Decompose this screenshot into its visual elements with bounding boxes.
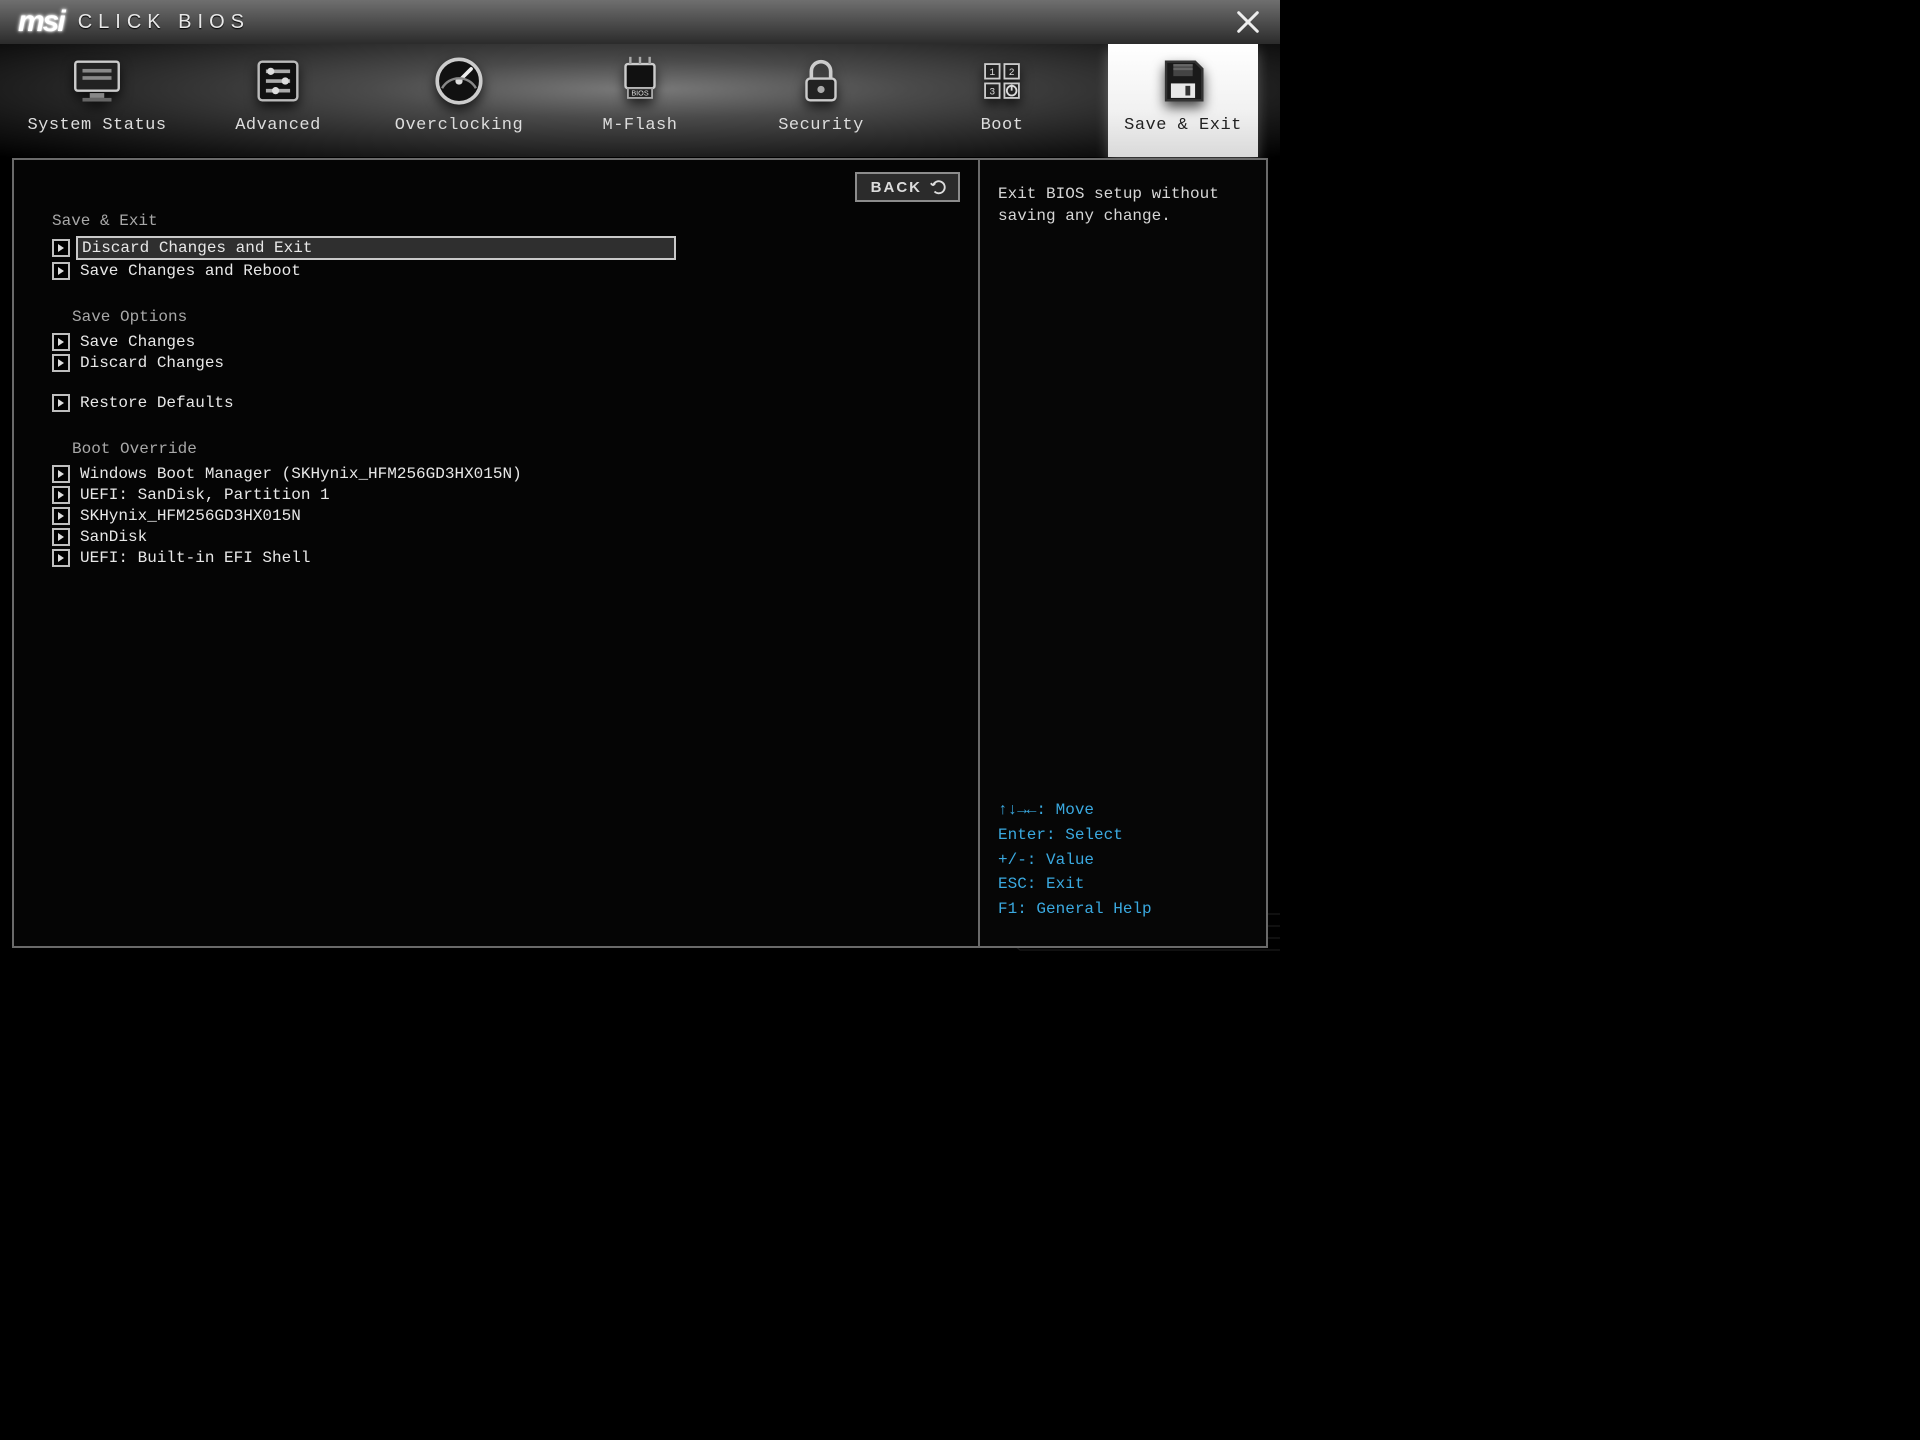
triangle-icon [52,549,70,567]
nav-mflash[interactable]: BIOS M-Flash [565,44,715,157]
menu-item[interactable]: Windows Boot Manager (SKHynix_HFM256GD3H… [52,464,950,484]
svg-text:1: 1 [989,67,995,78]
menu-item-label: Discard Changes and Exit [76,236,676,260]
svg-text:3: 3 [989,86,995,97]
menu-item-label: UEFI: Built-in EFI Shell [76,548,314,568]
menu-item[interactable]: Discard Changes and Exit [52,236,950,260]
menu-item[interactable]: Discard Changes [52,353,950,373]
triangle-icon [52,528,70,546]
nav-overclocking[interactable]: Overclocking [384,44,534,157]
menu-item[interactable]: SanDisk [52,527,950,547]
floppy-icon [1154,52,1212,110]
main-nav: System Status Advanced Overclocking BIOS… [0,44,1280,158]
svg-text:2: 2 [1009,67,1015,78]
hint-help: F1: General Help [998,897,1248,922]
menu-item[interactable]: Save Changes [52,332,950,352]
nav-label: Overclocking [384,116,534,135]
triangle-icon [52,394,70,412]
settings-panel: BACK Save & Exit Discard Changes and Exi… [12,158,978,948]
hint-exit: ESC: Exit [998,872,1248,897]
svg-text:BIOS: BIOS [631,89,648,98]
hint-select: Enter: Select [998,823,1248,848]
back-label: BACK [871,179,922,196]
menu-item[interactable]: UEFI: SanDisk, Partition 1 [52,485,950,505]
chip-icon: BIOS [611,52,669,110]
msi-logo: msi [18,5,64,39]
content-area: BACK Save & Exit Discard Changes and Exi… [0,158,1280,960]
gauge-icon [430,52,488,110]
nav-save-exit[interactable]: Save & Exit [1108,44,1258,157]
nav-label: Boot [927,116,1077,135]
back-button[interactable]: BACK [855,172,960,202]
nav-label: Security [746,116,896,135]
product-name: CLICK BIOS [78,11,250,34]
nav-system-status[interactable]: System Status [22,44,172,157]
menu-item-label: Restore Defaults [76,393,238,413]
triangle-icon [52,465,70,483]
menu-item-label: Discard Changes [76,353,228,373]
help-text: Exit BIOS setup without saving any chang… [998,184,1248,227]
section-heading: Boot Override [72,440,950,458]
grid-power-icon: 1 2 3 [973,52,1031,110]
close-icon[interactable] [1234,8,1262,36]
menu-item-label: SanDisk [76,527,151,547]
menu-item-label: SKHynix_HFM256GD3HX015N [76,506,305,526]
menu-item-label: UEFI: SanDisk, Partition 1 [76,485,334,505]
sliders-icon [249,52,307,110]
triangle-icon [52,239,70,257]
menu-item-label: Save Changes [76,332,199,352]
hint-move: ↑↓→←: Move [998,798,1248,823]
nav-advanced[interactable]: Advanced [203,44,353,157]
nav-security[interactable]: Security [746,44,896,157]
nav-label: Advanced [203,116,353,135]
menu-item-label: Save Changes and Reboot [76,261,305,281]
lock-icon [792,52,850,110]
nav-label: Save & Exit [1108,116,1258,135]
nav-label: System Status [22,116,172,135]
triangle-icon [52,354,70,372]
hint-value: +/-: Value [998,848,1248,873]
menu-item[interactable]: UEFI: Built-in EFI Shell [52,548,950,568]
brand-bar: msi CLICK BIOS [0,0,1280,44]
section-heading: Save Options [72,308,950,326]
triangle-icon [52,262,70,280]
menu-item[interactable]: Save Changes and Reboot [52,261,950,281]
monitor-icon [68,52,126,110]
help-panel: Exit BIOS setup without saving any chang… [978,158,1268,948]
nav-label: M-Flash [565,116,715,135]
nav-boot[interactable]: 1 2 3 Boot [927,44,1077,157]
undo-icon [930,178,948,196]
triangle-icon [52,507,70,525]
triangle-icon [52,486,70,504]
page-title: Save & Exit [52,212,950,230]
menu-item[interactable]: SKHynix_HFM256GD3HX015N [52,506,950,526]
menu-item[interactable]: Restore Defaults [52,393,950,413]
key-hints: ↑↓→←: Move Enter: Select +/-: Value ESC:… [998,798,1248,922]
triangle-icon [52,333,70,351]
menu-item-label: Windows Boot Manager (SKHynix_HFM256GD3H… [76,464,526,484]
